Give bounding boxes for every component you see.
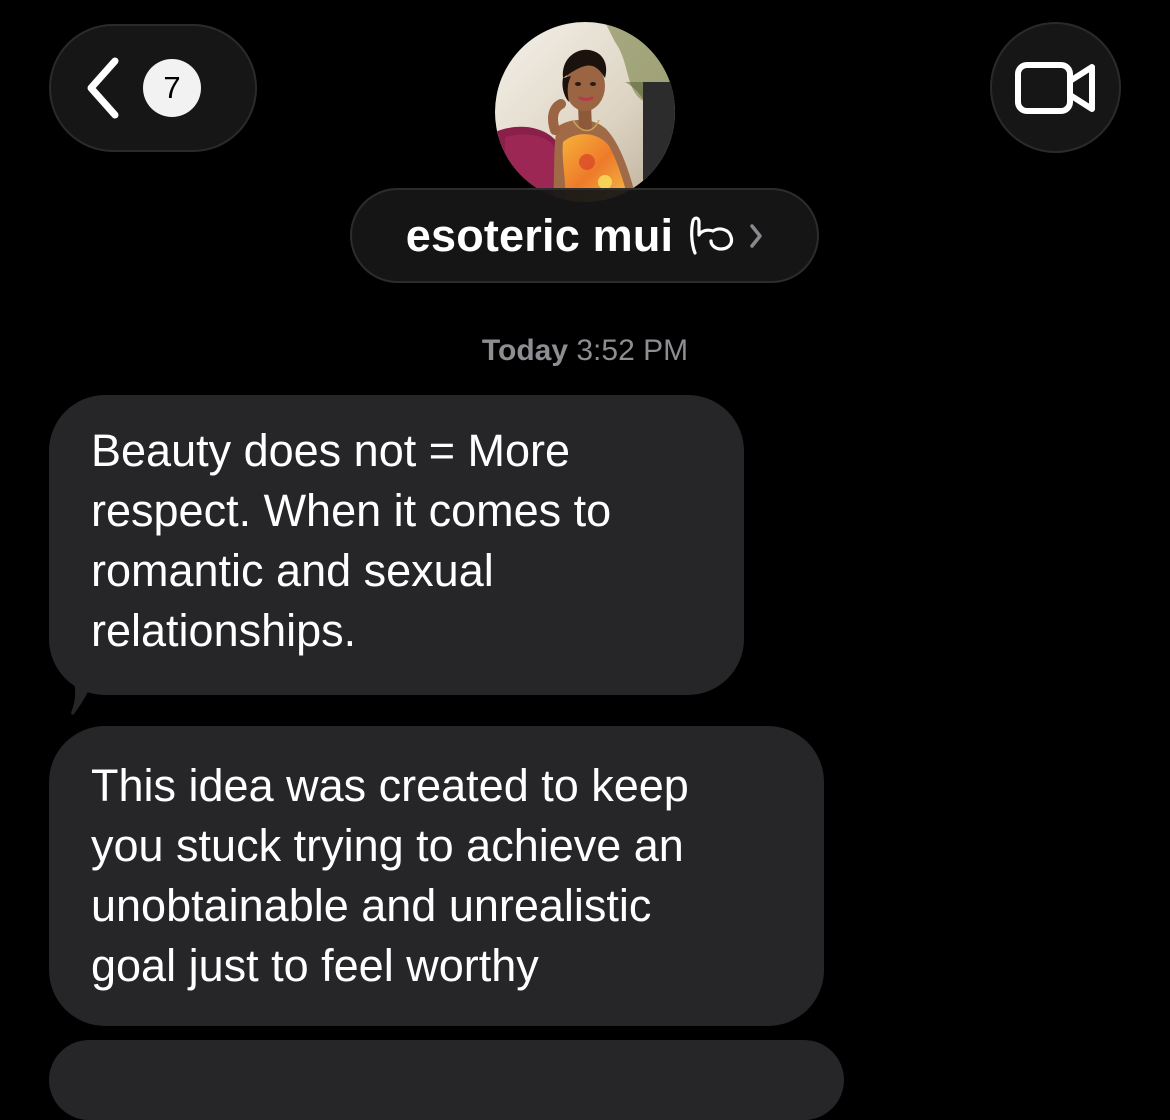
unread-count-badge: 7	[143, 59, 201, 117]
video-camera-icon	[1014, 61, 1095, 114]
message-line: relationships.	[91, 605, 357, 656]
message-line: Beauty does not = More	[91, 425, 571, 476]
message-line: romantic and sexual	[91, 545, 494, 596]
timestamp-time: 3:52 PM	[576, 334, 689, 367]
hand-emoji-icon	[690, 216, 734, 255]
chevron-right-icon	[750, 223, 762, 248]
message-bubble-incoming[interactable]: Beauty does not = More respect. When it …	[49, 395, 744, 695]
back-button[interactable]: 7	[49, 24, 257, 152]
contact-avatar[interactable]	[495, 22, 675, 202]
message-bubble-incoming-partial[interactable]	[49, 1040, 844, 1120]
bubble-tail	[62, 650, 102, 715]
message-line: respect. When it comes to	[91, 485, 612, 536]
contact-name: esoteric mui	[405, 209, 674, 261]
message-timestamp: Today 3:52 PM	[0, 334, 1170, 368]
message-line: unobtainable and unrealistic	[91, 880, 652, 931]
message-bubble-incoming[interactable]: This idea was created to keep you stuck …	[49, 726, 824, 1026]
video-call-button[interactable]	[990, 22, 1121, 153]
chevron-left-icon	[87, 57, 119, 119]
message-line: you stuck trying to achieve an	[91, 820, 684, 871]
timestamp-day: Today	[481, 334, 569, 367]
contact-name-pill[interactable]: esoteric mui	[350, 188, 819, 283]
message-line: goal just to feel worthy	[91, 940, 539, 991]
avatar-photo	[495, 22, 675, 202]
message-line: This idea was created to keep	[91, 760, 689, 811]
